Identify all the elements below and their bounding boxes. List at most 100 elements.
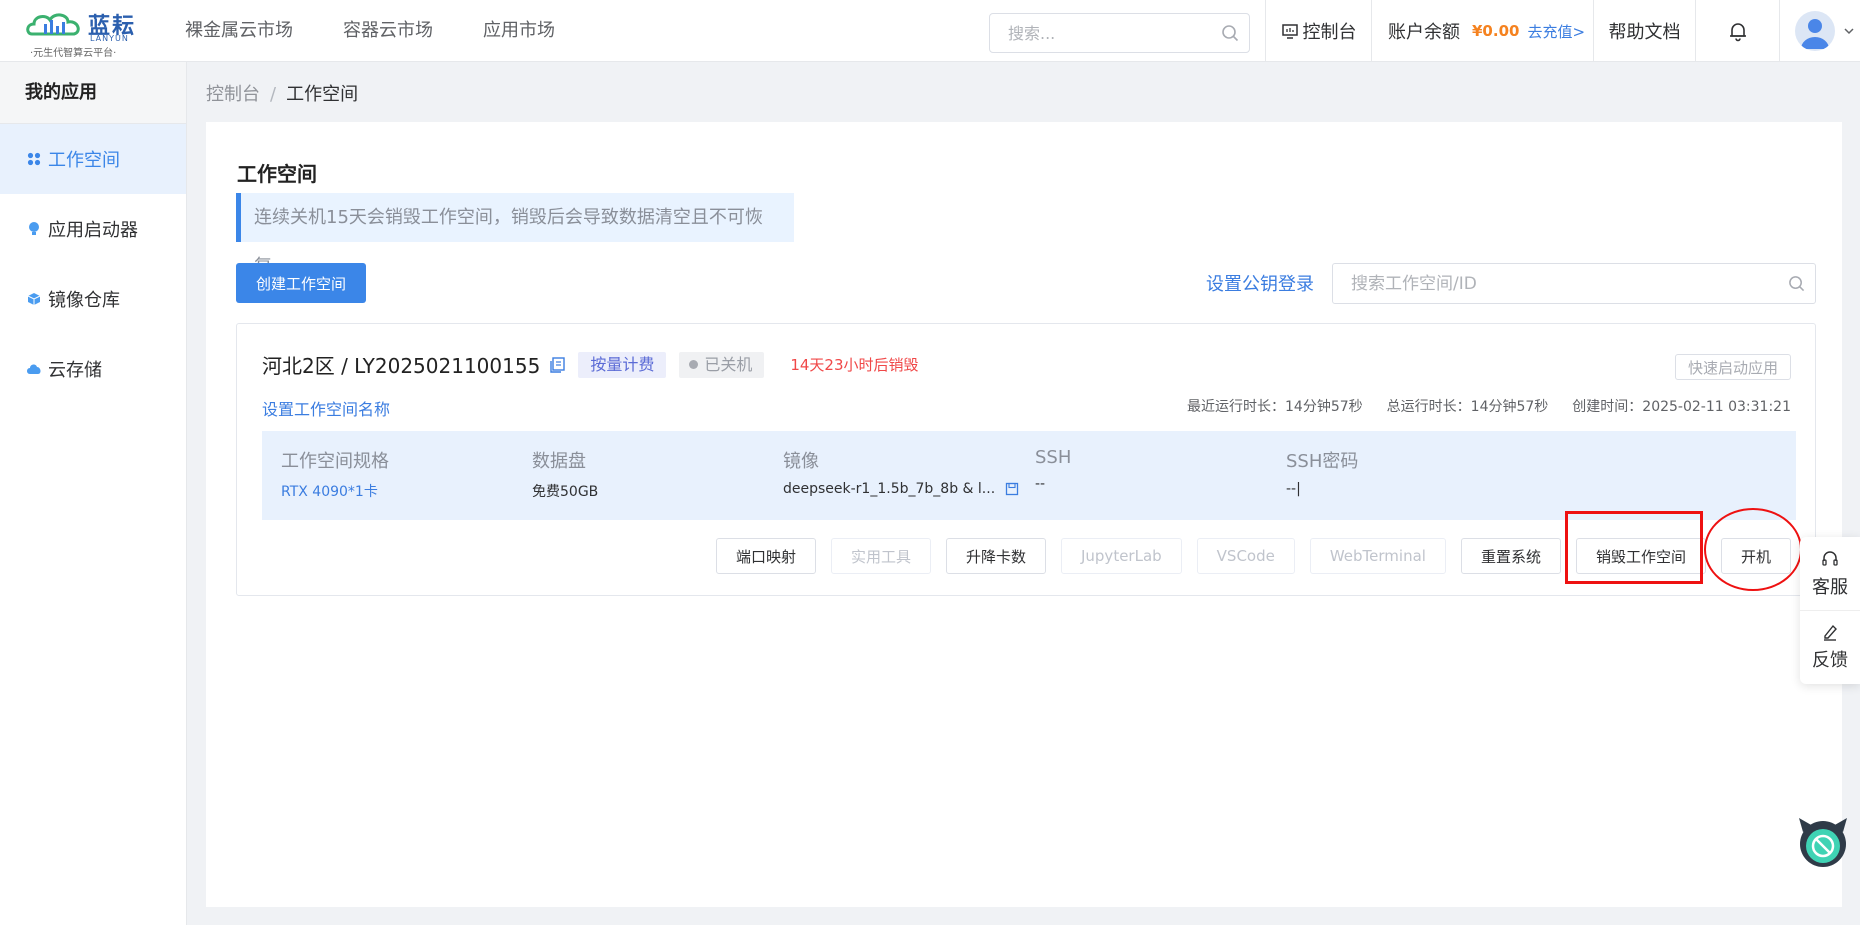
apps-icon bbox=[26, 151, 42, 167]
sidebar-item-cloud-storage[interactable]: 云存储 bbox=[0, 334, 186, 404]
save-image-icon[interactable] bbox=[1005, 482, 1019, 496]
disk-value: 免费50GB bbox=[532, 484, 599, 500]
spec-label: 工作空间规格 bbox=[281, 451, 389, 472]
logo-slogan: ·元生代智算云平台· bbox=[30, 48, 117, 59]
sidebar-item-label: 工作空间 bbox=[48, 150, 120, 171]
ssh-value: -- bbox=[1035, 476, 1046, 492]
spec-column: 工作空间规格 RTX 4090*1卡 bbox=[281, 447, 389, 501]
image-value: deepseek-r1_1.5b_7b_8b & l... bbox=[783, 481, 996, 497]
help-label: 帮助文档 bbox=[1608, 22, 1681, 43]
balance-label: 账户余额 bbox=[1388, 22, 1460, 43]
sidebar-item-label: 镜像仓库 bbox=[48, 290, 120, 311]
bulb-icon bbox=[26, 221, 42, 237]
header-search-input[interactable] bbox=[1008, 14, 1223, 52]
workspace-card: 河北2区 / LY2025021100155 按量计费 已关机 14天23小时后… bbox=[236, 323, 1816, 596]
breadcrumb: 控制台 / 工作空间 bbox=[206, 80, 358, 106]
feedback-label: 反馈 bbox=[1812, 650, 1848, 671]
avatar[interactable] bbox=[1795, 11, 1835, 51]
ssh-password-label: SSH密码 bbox=[1286, 451, 1359, 472]
brand-logo[interactable]: 蓝耘 LANYUN ·元生代智算云平台· bbox=[26, 6, 146, 59]
console-label: 控制台 bbox=[1302, 22, 1357, 43]
destroy-notice: 连续关机15天会销毁工作空间，销毁后会导致数据清空且不可恢复。 bbox=[236, 193, 794, 277]
destroy-countdown: 14天23小时后销毁 bbox=[790, 356, 919, 374]
ssh-password-column: SSH密码 --| bbox=[1286, 447, 1358, 497]
disk-column: 数据盘 免费50GB bbox=[532, 447, 598, 501]
nav-app-market[interactable]: 应用市场 bbox=[483, 0, 555, 62]
ssh-password-value: --| bbox=[1286, 481, 1301, 497]
total-runtime: 总运行时长：14分钟57秒 bbox=[1386, 399, 1549, 415]
workspace-actions: 端口映射 实用工具 升降卡数 JupyterLab VSCode WebTerm… bbox=[701, 538, 1791, 574]
recharge-link[interactable]: 去充值> bbox=[1527, 21, 1585, 42]
main-card: 工作空间 连续关机15天会销毁工作空间，销毁后会导致数据清空且不可恢复。 创建工… bbox=[206, 122, 1842, 907]
chatbot-mascot-icon[interactable] bbox=[1795, 814, 1851, 870]
help-docs-link[interactable]: 帮助文档 bbox=[1593, 0, 1695, 62]
sidebar-item-label: 应用启动器 bbox=[48, 220, 138, 241]
reset-system-button[interactable]: 重置系统 bbox=[1460, 538, 1561, 574]
page-title: 工作空间 bbox=[237, 162, 317, 186]
status-badge: 已关机 bbox=[679, 351, 765, 378]
sidebar-item-image-repo[interactable]: 镜像仓库 bbox=[0, 264, 186, 334]
sidebar-item-app-launcher[interactable]: 应用启动器 bbox=[0, 194, 186, 264]
workspace-header: 河北2区 / LY2025021100155 按量计费 已关机 14天23小时后… bbox=[262, 350, 919, 379]
image-column: 镜像 deepseek-r1_1.5b_7b_8b & l... bbox=[783, 447, 1019, 497]
recent-runtime: 最近运行时长：14分钟57秒 bbox=[1187, 399, 1363, 415]
copy-icon[interactable] bbox=[548, 356, 566, 374]
sidebar-item-workspace[interactable]: 工作空间 bbox=[0, 124, 186, 194]
sidebar-title: 我的应用 bbox=[0, 62, 186, 124]
workspace-spec-panel: 工作空间规格 RTX 4090*1卡 数据盘 免费50GB 镜像 deepsee… bbox=[262, 431, 1796, 520]
vscode-button[interactable]: VSCode bbox=[1196, 538, 1295, 574]
top-nav: 裸金属云市场 容器云市场 应用市场 bbox=[185, 0, 605, 62]
set-pubkey-link[interactable]: 设置公钥登录 bbox=[1206, 270, 1314, 296]
created-time: 创建时间：2025-02-11 03:31:21 bbox=[1572, 399, 1791, 415]
search-icon[interactable] bbox=[1788, 275, 1805, 292]
chevron-down-icon bbox=[1844, 28, 1854, 35]
search-icon[interactable] bbox=[1221, 24, 1239, 42]
spec-value[interactable]: RTX 4090*1卡 bbox=[281, 481, 389, 501]
balance-amount: ¥0.00 bbox=[1472, 22, 1520, 40]
webterminal-button[interactable]: WebTerminal bbox=[1309, 538, 1446, 574]
image-value-row: deepseek-r1_1.5b_7b_8b & l... bbox=[783, 481, 1019, 497]
notification-button[interactable] bbox=[1695, 0, 1779, 62]
header-search bbox=[989, 13, 1250, 53]
user-menu[interactable] bbox=[1779, 0, 1860, 62]
support-label: 客服 bbox=[1812, 576, 1848, 598]
power-on-button[interactable]: 开机 bbox=[1720, 538, 1791, 574]
sidebar: 我的应用 工作空间 应用启动器 镜像仓库 云存储 bbox=[0, 62, 187, 925]
workspace-search-input[interactable] bbox=[1351, 264, 1771, 303]
image-label: 镜像 bbox=[783, 451, 819, 472]
account-balance: 账户余额 ¥0.00 去充值> bbox=[1371, 0, 1593, 62]
port-mapping-button[interactable]: 端口映射 bbox=[715, 538, 816, 574]
status-dot bbox=[689, 360, 699, 369]
monitor-icon bbox=[1281, 24, 1298, 39]
workspace-search bbox=[1332, 263, 1816, 304]
cube-icon bbox=[26, 291, 42, 307]
breadcrumb-separator: / bbox=[270, 84, 277, 105]
bell-icon bbox=[1729, 23, 1746, 42]
nav-container[interactable]: 容器云市场 bbox=[343, 0, 433, 62]
nav-bare-metal[interactable]: 裸金属云市场 bbox=[185, 0, 293, 62]
sidebar-item-label: 云存储 bbox=[48, 360, 102, 381]
floating-panel: 客服 反馈 bbox=[1800, 537, 1860, 684]
tools-button[interactable]: 实用工具 bbox=[830, 538, 931, 574]
customer-service-button[interactable]: 客服 bbox=[1800, 537, 1860, 610]
cloud-icon bbox=[26, 361, 42, 377]
feedback-button[interactable]: 反馈 bbox=[1800, 610, 1860, 683]
status-text: 已关机 bbox=[704, 354, 753, 374]
set-workspace-name-link[interactable]: 设置工作空间名称 bbox=[262, 396, 390, 420]
logo-en: LANYUN bbox=[90, 34, 129, 43]
create-workspace-button[interactable]: 创建工作空间 bbox=[236, 263, 366, 303]
logo-mark-icon bbox=[26, 13, 80, 36]
console-link[interactable]: 控制台 bbox=[1265, 0, 1371, 62]
ssh-label: SSH bbox=[1035, 447, 1072, 468]
quick-launch-button[interactable]: 快速启动应用 bbox=[1674, 354, 1791, 380]
breadcrumb-current: 工作空间 bbox=[286, 84, 359, 105]
breadcrumb-root[interactable]: 控制台 bbox=[206, 84, 260, 105]
destroy-workspace-button[interactable]: 销毁工作空间 bbox=[1575, 538, 1706, 574]
workspace-meta: 最近运行时长：14分钟57秒 总运行时长：14分钟57秒 创建时间：2025-0… bbox=[1187, 396, 1791, 416]
resize-gpu-button[interactable]: 升降卡数 bbox=[945, 538, 1046, 574]
workspace-name: 河北2区 / LY2025021100155 bbox=[262, 354, 541, 378]
jupyterlab-button[interactable]: JupyterLab bbox=[1060, 538, 1182, 574]
disk-label: 数据盘 bbox=[532, 451, 586, 472]
top-header: 蓝耘 LANYUN ·元生代智算云平台· 裸金属云市场 容器云市场 应用市场 控… bbox=[0, 0, 1860, 62]
billing-badge: 按量计费 bbox=[578, 351, 667, 378]
